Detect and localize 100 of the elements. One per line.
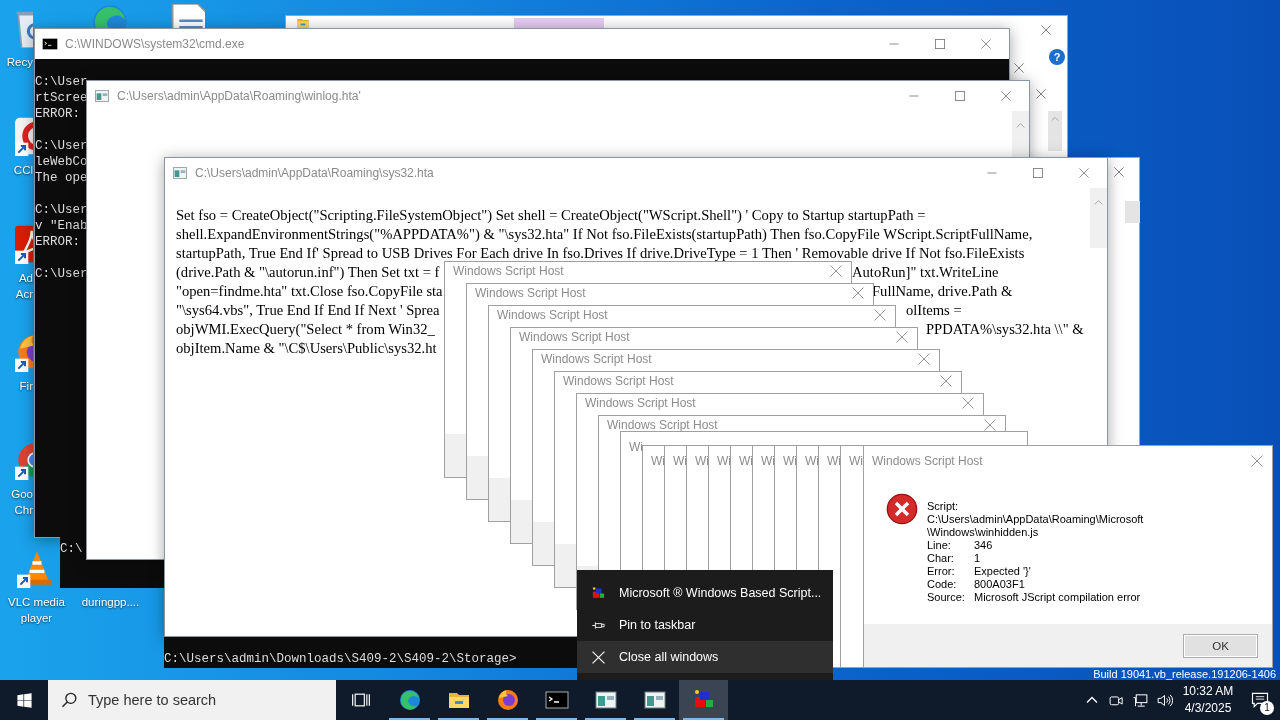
dialog-title: Wi	[739, 454, 753, 468]
notification-badge: 1	[1260, 701, 1274, 715]
chevron-up-icon	[1016, 121, 1025, 130]
icon-label[interactable]: VLC media player	[8, 594, 65, 626]
icon-label[interactable]: duringpp....	[81, 594, 140, 610]
notification-icon	[1250, 690, 1270, 710]
close-button[interactable]	[1012, 61, 1026, 75]
field-value: Microsoft JScript compilation error	[974, 591, 1141, 604]
dialog-title: Windows Script Host	[563, 374, 674, 388]
close-icon	[1041, 25, 1051, 35]
scrollbar[interactable]	[1048, 111, 1062, 151]
window-title: C:\Users\admin\AppData\Roaming\winlog.hta'	[117, 89, 362, 103]
dialog-title: Windows Script Host	[519, 330, 630, 344]
script-text: AutoRun]" txt.WriteLine	[852, 263, 999, 282]
scrollbar[interactable]	[1090, 188, 1107, 248]
script-text: "\sys64.vbs", True End If End If Next ' Sprea	[176, 301, 440, 320]
dialog-title: Windows Script Host	[475, 286, 586, 300]
chevron-up-icon	[1051, 115, 1059, 123]
terminal-icon	[544, 688, 569, 712]
console-line: ERROR:	[35, 234, 80, 250]
dialog-title: Wi	[827, 454, 841, 468]
script-text: FullName, drive.Path &	[872, 282, 1013, 301]
close-button[interactable]	[1034, 87, 1048, 101]
windows-logo-icon	[15, 691, 33, 709]
search-field[interactable]: Type here to search	[48, 680, 336, 720]
field-label: Char:	[927, 552, 955, 565]
close-icon	[852, 287, 864, 299]
console-line: v "Enab	[35, 218, 88, 234]
close-icon	[592, 650, 605, 664]
script-text: shell.ExpandEnvironmentStrings("%APPDATA%") & "\sys32.hta" If Not fso.FileExists(startupPath) Then fso.CopyFile WScript.ScriptFullName,	[176, 225, 1033, 244]
dialog-title: Wi	[651, 454, 665, 468]
dialog-title: Windows Script Host	[585, 396, 696, 410]
build-text: Build 19041.vb_release.191206-1406	[1093, 668, 1276, 680]
dialog-title: Wi	[761, 454, 775, 468]
dialog-title: Wi	[717, 454, 731, 468]
dialog-title: Wi	[805, 454, 819, 468]
icon-label[interactable]: Ad Acr	[0, 270, 33, 302]
maximize-icon	[935, 39, 945, 49]
console-line: C:\	[60, 542, 83, 556]
close-icon	[830, 265, 842, 277]
network-icon	[1131, 691, 1149, 709]
window-icon	[642, 688, 667, 712]
scrollbar[interactable]	[1012, 111, 1029, 157]
window-title: C:\WINDOWS\system32\cmd.exe	[65, 37, 246, 51]
field-label: Source:	[927, 591, 966, 604]
icon-label[interactable]: Fir	[0, 378, 33, 394]
close-button[interactable]	[1039, 23, 1053, 37]
cubes-icon	[591, 585, 606, 601]
console-line: C:\User	[35, 266, 88, 282]
dialog-title: Wi	[629, 440, 643, 454]
close-button[interactable]	[1112, 165, 1126, 179]
browser-icon	[397, 688, 422, 712]
close-icon	[940, 375, 952, 387]
field-value: 346	[974, 539, 993, 552]
field-label: Code:	[927, 578, 958, 591]
script-text: objWMI.ExecQuery("Select * from Win32_	[176, 320, 435, 339]
ok-button[interactable]: OK	[1183, 633, 1258, 658]
script-text: olItems =	[906, 301, 962, 320]
browser-icon	[495, 688, 520, 712]
console-line: ERROR:	[35, 106, 80, 122]
close-icon	[918, 353, 930, 365]
dialog-title: Windows Script Host	[607, 418, 718, 432]
console-line: C:\Users\admin\Downloads\S409-2\S409-2\Storage>	[164, 652, 517, 666]
notification-button[interactable]: 1	[1240, 680, 1280, 720]
close-icon	[962, 397, 974, 409]
scrollbar[interactable]	[1125, 201, 1140, 223]
folder-icon	[296, 16, 310, 30]
chevron-up-icon	[1086, 694, 1098, 706]
menu-item[interactable]: Microsoft ® Windows Based Script...	[577, 577, 833, 609]
close-icon	[981, 39, 991, 49]
icon-label[interactable]: Recy	[0, 54, 33, 70]
dialog-title: Wi	[695, 454, 709, 468]
terminal-icon	[42, 36, 58, 52]
chevron-up-icon	[1094, 198, 1103, 207]
help-icon[interactable]: ?	[1049, 49, 1065, 65]
icon-label[interactable]: CCl	[0, 162, 33, 178]
close-icon	[1251, 455, 1263, 467]
clock-button[interactable]: 10:32 AM 4/3/2025	[1176, 680, 1240, 720]
window-icon	[94, 88, 110, 104]
close-icon	[896, 331, 908, 343]
console-line: leWebCo	[35, 154, 88, 170]
dialog-title: Wi	[783, 454, 797, 468]
dialog-title: Windows Script Host	[541, 352, 652, 366]
field-value: 1	[974, 552, 981, 565]
close-icon	[1001, 91, 1011, 101]
console-line: C:\User	[35, 202, 88, 218]
window-title: C:\Users\admin\AppData\Roaming\sys32.hta	[195, 166, 435, 180]
close-icon	[874, 309, 886, 321]
icon-label[interactable]: Goo Chr	[0, 486, 33, 518]
maximize-icon	[1033, 168, 1043, 178]
menu-item[interactable]: Pin to taskbar	[577, 609, 833, 641]
dialog-title: Windows Script Host	[497, 308, 608, 322]
menu-item[interactable]: Close all windows	[577, 641, 833, 673]
maximize-icon	[955, 91, 965, 101]
field-label: Line:	[927, 539, 952, 552]
script-text: objItem.Name & "\C$\Users\Public\sys32.ht	[176, 339, 437, 358]
close-icon	[1114, 167, 1124, 177]
field-value: Expected '}'	[974, 565, 1031, 578]
console-line: C:\User	[35, 138, 88, 154]
volume-icon	[1155, 691, 1173, 709]
